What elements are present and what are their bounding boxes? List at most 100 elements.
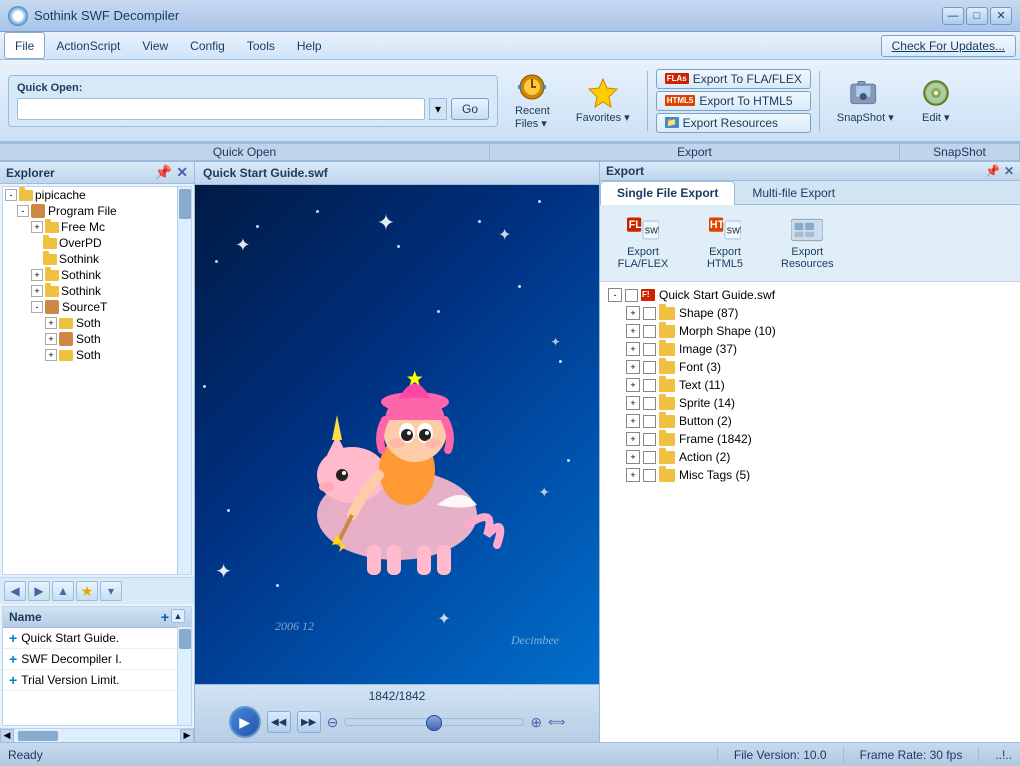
expand-icon[interactable]: +: [626, 450, 640, 464]
checkbox[interactable]: [643, 397, 656, 410]
seek-minus-button[interactable]: ⊖: [327, 714, 339, 731]
list-scrollbar[interactable]: [177, 627, 191, 725]
export-html5-action-button[interactable]: HTML5 swf ExportHTML5: [690, 211, 760, 275]
menu-file[interactable]: File: [4, 32, 45, 59]
tree-item[interactable]: + Free Mc: [3, 219, 177, 235]
expand-icon[interactable]: -: [5, 189, 17, 201]
expand-icon[interactable]: -: [17, 205, 29, 217]
edit-button[interactable]: Edit ▾: [911, 72, 961, 129]
expand-icon[interactable]: +: [626, 414, 640, 428]
close-export-button[interactable]: ✕: [1004, 164, 1014, 178]
quick-open-dropdown[interactable]: ▾: [429, 98, 447, 120]
expand-icon[interactable]: +: [45, 349, 57, 361]
maximize-button[interactable]: □: [966, 7, 988, 25]
seek-plus-button[interactable]: ⊕: [530, 714, 542, 731]
export-tree-item[interactable]: + Sprite (14): [604, 394, 1016, 412]
seek-track[interactable]: [344, 718, 524, 726]
scroll-right[interactable]: ▶: [180, 729, 194, 743]
list-item[interactable]: + Quick Start Guide.: [3, 628, 191, 649]
list-item[interactable]: + Trial Version Limit.: [3, 670, 191, 691]
tree-item[interactable]: - pipicache: [3, 187, 177, 203]
favorites-button[interactable]: Favorites ▾: [567, 72, 639, 129]
export-tree-item[interactable]: + Misc Tags (5): [604, 466, 1016, 484]
export-tree-item[interactable]: + Morph Shape (10): [604, 322, 1016, 340]
pin-export-button[interactable]: 📌: [985, 164, 1000, 178]
menu-help[interactable]: Help: [286, 32, 333, 59]
export-tree-item[interactable]: + Text (11): [604, 376, 1016, 394]
export-tree-item[interactable]: + Frame (1842): [604, 430, 1016, 448]
export-tree-item[interactable]: + Shape (87): [604, 304, 1016, 322]
expand-icon[interactable]: +: [626, 378, 640, 392]
expand-icon[interactable]: +: [45, 317, 57, 329]
export-tree-root[interactable]: - F! Quick Start Guide.swf: [604, 286, 1016, 304]
back-button[interactable]: ◀: [4, 581, 26, 601]
checkbox[interactable]: [643, 451, 656, 464]
rewind-button[interactable]: ◀◀: [267, 711, 291, 733]
play-button[interactable]: ▶: [229, 706, 261, 738]
snapshot-button[interactable]: SnapShot ▾: [828, 72, 903, 129]
minimize-button[interactable]: —: [942, 7, 964, 25]
check-updates-button[interactable]: Check For Updates...: [881, 35, 1016, 57]
checkbox[interactable]: [643, 415, 656, 428]
expand-icon[interactable]: +: [626, 396, 640, 410]
h-scroll[interactable]: ◀ ▶: [0, 728, 194, 742]
checkbox[interactable]: [643, 469, 656, 482]
tab-single-file[interactable]: Single File Export: [600, 181, 735, 205]
expand-icon[interactable]: +: [31, 221, 43, 233]
checkbox[interactable]: [643, 307, 656, 320]
checkbox[interactable]: [625, 289, 638, 302]
expand-icon[interactable]: +: [626, 468, 640, 482]
checkbox[interactable]: [643, 433, 656, 446]
resize-handle[interactable]: ⟺: [548, 715, 565, 729]
forward-button[interactable]: ▶: [28, 581, 50, 601]
add-item-button[interactable]: +: [161, 609, 169, 625]
tree-item[interactable]: Sothink: [3, 251, 177, 267]
favorites-nav-button[interactable]: ★: [76, 581, 98, 601]
menu-config[interactable]: Config: [179, 32, 236, 59]
list-scroll-up[interactable]: ▲: [171, 609, 185, 623]
tree-item[interactable]: + Soth: [3, 347, 177, 363]
explorer-tree[interactable]: - pipicache - Program File + Free Mc: [2, 186, 192, 575]
export-tree-item[interactable]: + Action (2): [604, 448, 1016, 466]
tree-item[interactable]: + Soth: [3, 331, 177, 347]
expand-icon[interactable]: +: [626, 342, 640, 356]
expand-icon[interactable]: +: [626, 306, 640, 320]
tab-multi-file[interactable]: Multi-file Export: [735, 181, 852, 204]
export-fla-button[interactable]: FLAs Export To FLA/FLEX: [656, 69, 811, 89]
fast-forward-button[interactable]: ▶▶: [297, 711, 321, 733]
tree-item[interactable]: - SourceT: [3, 299, 177, 315]
expand-icon[interactable]: +: [31, 269, 43, 281]
checkbox[interactable]: [643, 379, 656, 392]
export-resources-button[interactable]: 📁 Export Resources: [656, 113, 811, 133]
expand-icon[interactable]: +: [626, 360, 640, 374]
tree-item[interactable]: OverPD: [3, 235, 177, 251]
export-resources-action-button[interactable]: ExportResources: [772, 211, 843, 275]
dropdown-nav-button[interactable]: ▾: [100, 581, 122, 601]
expand-icon[interactable]: +: [626, 324, 640, 338]
checkbox[interactable]: [643, 361, 656, 374]
tree-item[interactable]: - Program File: [3, 203, 177, 219]
recent-files-button[interactable]: RecentFiles ▾: [506, 66, 559, 135]
expand-icon[interactable]: -: [608, 288, 622, 302]
close-button[interactable]: ✕: [990, 7, 1012, 25]
expand-icon[interactable]: +: [45, 333, 57, 345]
menu-view[interactable]: View: [131, 32, 179, 59]
tree-scrollbar[interactable]: [177, 187, 191, 574]
pin-button[interactable]: 📌: [155, 164, 172, 181]
expand-icon[interactable]: +: [626, 432, 640, 446]
go-button[interactable]: Go: [451, 98, 489, 120]
expand-icon[interactable]: +: [31, 285, 43, 297]
tree-item[interactable]: + Sothink: [3, 267, 177, 283]
export-tree-item[interactable]: + Font (3): [604, 358, 1016, 376]
tree-item[interactable]: + Sothink: [3, 283, 177, 299]
export-tree-item[interactable]: + Button (2): [604, 412, 1016, 430]
list-item[interactable]: + SWF Decompiler I.: [3, 649, 191, 670]
menu-tools[interactable]: Tools: [236, 32, 286, 59]
export-fla-action-button[interactable]: FLAs swf ExportFLA/FLEX: [608, 211, 678, 275]
checkbox[interactable]: [643, 343, 656, 356]
up-button[interactable]: ▲: [52, 581, 74, 601]
menu-actionscript[interactable]: ActionScript: [45, 32, 131, 59]
scroll-left[interactable]: ◀: [0, 729, 14, 743]
export-html5-button[interactable]: HTML5 Export To HTML5: [656, 91, 811, 111]
tree-item[interactable]: + Soth: [3, 315, 177, 331]
